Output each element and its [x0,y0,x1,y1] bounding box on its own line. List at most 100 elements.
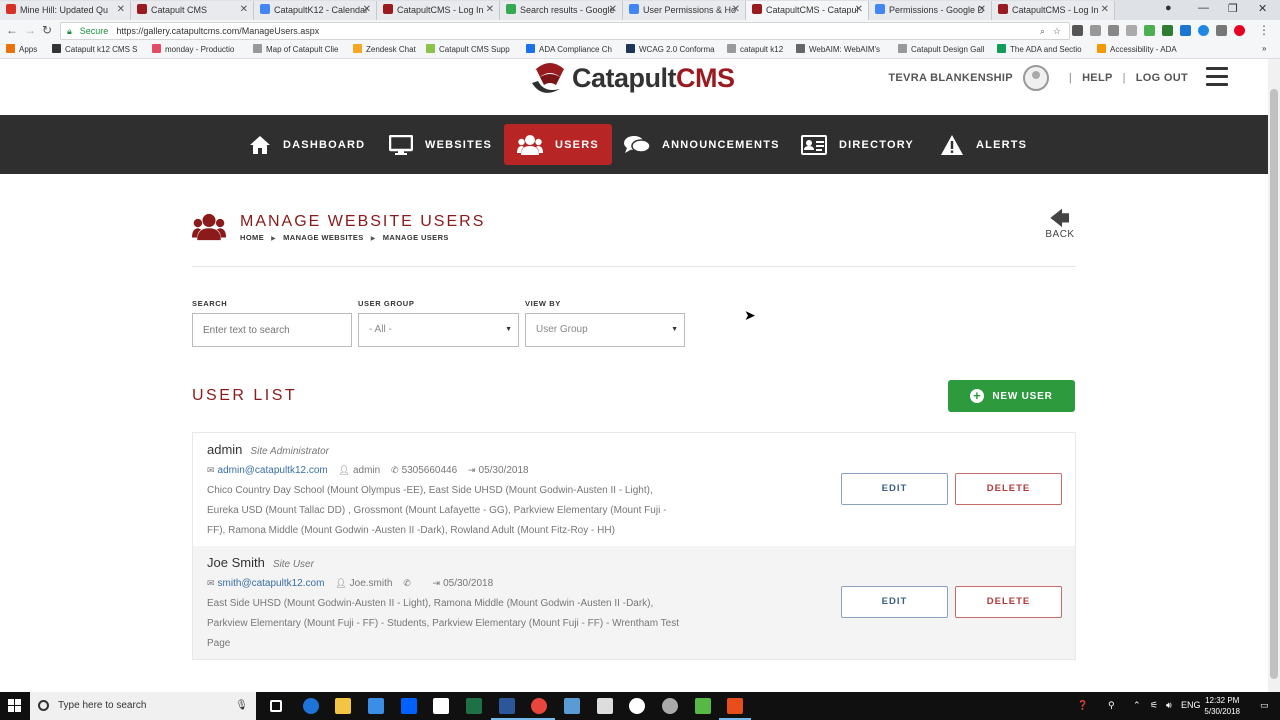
bookmark-item[interactable]: Apps [6,44,37,54]
browser-tab[interactable]: Mine Hill: Updated Qu ✕ [0,1,131,20]
url-bar[interactable]: 🔒︎ Secure https://gallery.catapultcms.com/… [60,22,1070,40]
edit-button[interactable]: EDIT [841,586,948,618]
close-tab-icon[interactable]: ✕ [978,1,986,19]
bookmark-item[interactable]: Accessibility - ADA [1097,44,1177,54]
app-icon[interactable] [662,698,678,714]
excel-icon[interactable] [466,698,482,714]
help-link[interactable]: HELP [1082,72,1113,84]
nav-alerts[interactable]: ALERTS [927,124,1040,165]
volume-icon[interactable]: 🔊︎ [1166,700,1172,711]
app-icon[interactable] [719,698,751,720]
close-tab-icon[interactable]: ✕ [855,1,863,19]
edit-button[interactable]: EDIT [841,473,948,505]
amazon-icon[interactable] [433,698,449,714]
extension-icon[interactable] [1144,25,1155,36]
scrollbar-thumb[interactable] [1270,89,1278,679]
more-bookmarks-icon[interactable]: » [1262,44,1266,53]
bookmark-item[interactable]: Catapult k12 CMS S [52,44,137,54]
store-icon[interactable] [368,698,384,714]
close-tab-icon[interactable]: ✕ [117,1,125,19]
bookmark-item[interactable]: catapult k12 [727,44,783,54]
logout-link[interactable]: LOG OUT [1136,72,1188,84]
edge-icon[interactable] [303,698,319,714]
extension-icon[interactable] [1180,25,1191,36]
browser-tab-active[interactable]: CatapultCMS - Catapul ✕ [746,1,869,20]
extension-icon[interactable] [1198,25,1209,36]
nav-announcements[interactable]: ANNOUNCEMENTS [611,124,793,165]
extension-icon[interactable] [1126,25,1137,36]
task-view-icon[interactable] [270,700,282,712]
show-hidden-icons[interactable]: ⌃ [1133,700,1141,711]
nav-websites[interactable]: WEBSITES [376,124,505,165]
close-tab-icon[interactable]: ✕ [363,1,371,19]
hamburger-menu-icon[interactable] [1206,67,1228,87]
dropbox-icon[interactable] [401,698,417,714]
nav-dashboard[interactable]: DASHBOARD [236,124,378,165]
extension-icon[interactable] [1162,25,1173,36]
browser-tab[interactable]: CatapultK12 - Calendar ✕ [254,1,377,20]
word-icon[interactable] [491,698,523,720]
bookmark-item[interactable]: The ADA and Sectio [997,44,1082,54]
close-tab-icon[interactable]: ✕ [240,1,248,19]
browser-tab[interactable]: Catapult CMS ✕ [131,1,254,20]
browser-tab[interactable]: Permissions - Google D ✕ [869,1,992,20]
close-tab-icon[interactable]: ✕ [486,1,494,19]
reload-icon[interactable]: ↻ [42,23,52,37]
network-icon[interactable]: ⚟ [1150,700,1158,711]
help-tray-icon[interactable]: ❓ [1077,700,1088,711]
close-window-icon[interactable]: ✕ [1258,2,1267,15]
back-button[interactable]: 🡄 BACK [1044,209,1076,240]
bookmark-item[interactable]: WebAIM: WebAIM's [796,44,880,54]
back-arrow-icon[interactable]: ← [6,23,18,37]
username[interactable]: TEVRA BLANKENSHIP [888,72,1012,84]
view-by-select[interactable]: User Group ▼ [525,313,685,347]
mail-icon[interactable] [597,698,613,714]
profile-icon[interactable]: ● [1165,2,1172,14]
search-icon[interactable]: ⌕ [1040,23,1045,39]
chrome-icon[interactable] [523,698,555,720]
catapult-logo[interactable]: CatapultCMS [530,59,740,99]
extension-icon[interactable] [1090,25,1101,36]
close-tab-icon[interactable]: ✕ [732,1,740,19]
app-icon[interactable] [564,698,580,714]
bookmark-item[interactable]: Catapult Design Gall [898,44,984,54]
user-group-select[interactable]: - All - ▼ [358,313,519,347]
browser-tab[interactable]: CatapultCMS - Log In ✕ [992,1,1115,20]
breadcrumb-manage-websites[interactable]: MANAGE WEBSITES [283,233,364,242]
microphone-icon[interactable]: 🎙︎ [235,692,248,720]
restore-icon[interactable]: ❐ [1228,2,1238,15]
user-email[interactable]: admin@catapultk12.com [218,465,328,476]
new-user-button[interactable]: + NEW USER [948,380,1075,412]
bookmark-item[interactable]: WCAG 2.0 Conforma [626,44,715,54]
user-email[interactable]: smith@catapultk12.com [218,578,325,589]
delete-button[interactable]: DELETE [955,473,1062,505]
taskbar-search[interactable]: Type here to search 🎙︎ [30,692,256,720]
camtasia-icon[interactable] [695,698,711,714]
minimize-icon[interactable]: — [1198,2,1209,14]
delete-button[interactable]: DELETE [955,586,1062,618]
extension-icon[interactable] [1072,25,1083,36]
pinterest-icon[interactable] [1234,25,1245,36]
browser-tab[interactable]: Search results - Google ✕ [500,1,623,20]
app-icon[interactable] [629,698,645,714]
close-tab-icon[interactable]: ✕ [1101,1,1109,19]
search-input[interactable] [192,313,352,347]
browser-tab[interactable]: User Permissions & Ho ✕ [623,1,746,20]
bookmark-item[interactable]: monday - Productio [152,44,234,54]
notifications-icon[interactable]: ▭ [1260,700,1269,711]
browser-tab[interactable]: CatapultCMS - Log In ✕ [377,1,500,20]
forward-arrow-icon[interactable]: → [24,23,36,37]
extension-icon[interactable] [1108,25,1119,36]
page-scrollbar[interactable] [1268,59,1280,692]
language-indicator[interactable]: ENG [1181,700,1201,710]
extension-icon[interactable] [1216,25,1227,36]
file-explorer-icon[interactable] [335,698,351,714]
bookmark-item[interactable]: Zendesk Chat [353,44,416,54]
bookmark-item[interactable]: Catapult CMS Supp [426,44,510,54]
windows-start-icon[interactable] [8,699,22,713]
system-clock[interactable]: 12:32 PM 5/30/2018 [1204,695,1240,717]
nav-directory[interactable]: DIRECTORY [788,124,927,165]
bookmark-item[interactable]: ADA Compliance Ch [526,44,612,54]
nav-users[interactable]: USERS [504,124,612,165]
close-tab-icon[interactable]: ✕ [609,1,617,19]
